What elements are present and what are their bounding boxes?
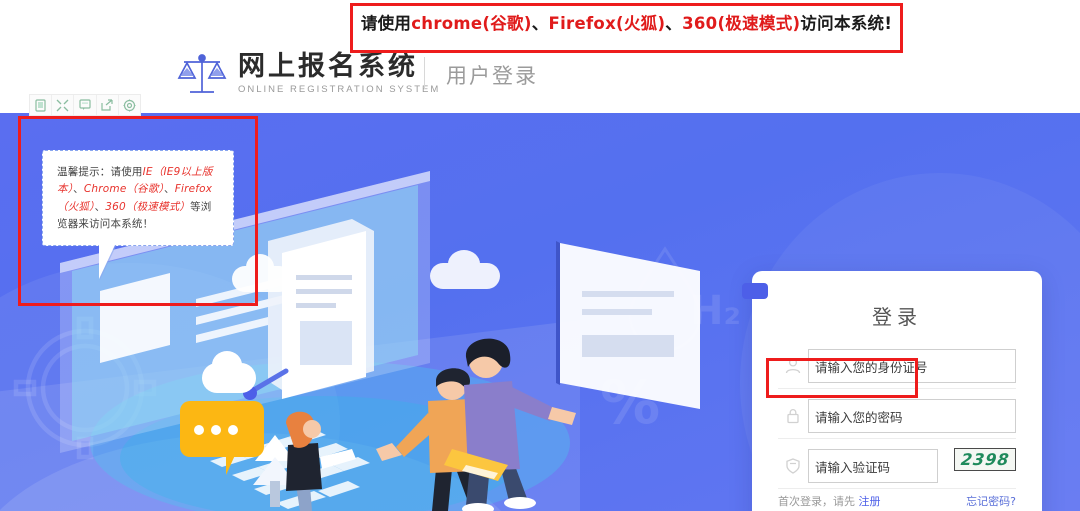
forgot-password-link[interactable]: 忘记密码? (966, 493, 1016, 509)
id-number-field-row: 请输入您的身份证号 (778, 344, 1016, 389)
browser-requirement-banner: 请使用chrome(谷歌)、Firefox(火狐)、360(极速模式)访问本系统… (353, 6, 900, 50)
brand-text: 网上报名系统 ONLINE REGISTRATION SYSTEM (238, 50, 441, 96)
tip-sep2: 、 (164, 183, 175, 196)
note-360: 360(极速模式) (682, 14, 801, 33)
chat-dots (194, 425, 238, 435)
share-external-icon[interactable] (97, 95, 119, 115)
floating-toolbar[interactable] (29, 94, 141, 116)
balance-scales-icon (176, 48, 228, 100)
login-page: 网上报名系统 ONLINE REGISTRATION SYSTEM 用户登录 H… (0, 0, 1080, 511)
browser-tip-box: 温馨提示：请使用IE（IE9以上版本）、Chrome（谷歌）、Firefox（火… (42, 150, 234, 280)
password-field-row: 请输入您的密码 (778, 394, 1016, 439)
site-title-cn: 网上报名系统 (238, 50, 418, 82)
note-prefix: 请使用 (360, 14, 412, 33)
browser-requirement-text: 请使用chrome(谷歌)、Firefox(火狐)、360(极速模式)访问本系统… (361, 10, 892, 34)
lock-icon (778, 401, 808, 431)
password-input[interactable]: 请输入您的密码 (808, 399, 1016, 433)
password-placeholder: 请输入您的密码 (815, 409, 903, 425)
note-sep2: 、 (665, 14, 683, 33)
cloud-decor-a (202, 351, 256, 393)
browser-tip-bubble: 温馨提示：请使用IE（IE9以上版本）、Chrome（谷歌）、Firefox（火… (42, 150, 234, 280)
card-tab-decor (742, 283, 768, 299)
tip-label: 温馨提示： (57, 166, 111, 178)
login-card: 登录 请输入您的身份证号 请输入您的密码 请输入验证码 2398 首次登录，请先… (742, 271, 1042, 511)
register-link[interactable]: 注册 (859, 495, 881, 508)
site-title-en: ONLINE REGISTRATION SYSTEM (238, 84, 441, 96)
tip-prefix: 请使用 (110, 166, 143, 178)
register-prompt: 首次登录，请先 注册 (778, 493, 881, 509)
shield-icon (778, 451, 808, 481)
captcha-text: 2398 (959, 450, 1011, 469)
note-suffix: 访问本系统! (800, 14, 893, 33)
tip-chrome: Chrome（谷歌） (83, 183, 165, 196)
page-subtitle: 用户登录 (446, 64, 538, 88)
brand-logo-group: 网上报名系统 ONLINE REGISTRATION SYSTEM (176, 48, 440, 100)
login-links-row: 首次登录，请先 注册 忘记密码? (778, 493, 1016, 509)
cloud-decor-b (232, 254, 292, 292)
note-firefox: Firefox(火狐) (548, 14, 666, 33)
note-chrome: chrome(谷歌) (411, 14, 532, 33)
tip-sep3: 、 (94, 200, 106, 213)
id-number-input[interactable]: 请输入您的身份证号 (808, 349, 1016, 383)
gear-settings-icon[interactable] (119, 95, 140, 115)
browser-tip-text: 温馨提示：请使用IE（IE9以上版本）、Chrome（谷歌）、Firefox（火… (57, 164, 221, 233)
captcha-placeholder: 请输入验证码 (815, 459, 891, 475)
comment-icon[interactable] (74, 95, 97, 115)
captcha-field-row: 请输入验证码 2398 (778, 444, 1016, 489)
cloud-decor-c (430, 250, 500, 289)
mobile-preview-icon[interactable] (30, 95, 53, 115)
tip-sep1: 、 (73, 183, 84, 196)
captcha-input[interactable]: 请输入验证码 (808, 449, 938, 483)
header-divider (424, 57, 425, 89)
login-title: 登录 (872, 305, 922, 329)
user-icon (778, 351, 808, 381)
register-prompt-text: 首次登录，请先 (778, 495, 855, 508)
chat-bubble-decor (180, 401, 264, 475)
bubble-tail (99, 245, 115, 280)
tip-360: 360（极速模式） (105, 200, 191, 213)
note-sep1: 、 (531, 14, 549, 33)
captcha-image[interactable]: 2398 (954, 448, 1016, 471)
id-number-placeholder: 请输入您的身份证号 (815, 359, 928, 375)
fullscreen-expand-icon[interactable] (52, 95, 75, 115)
